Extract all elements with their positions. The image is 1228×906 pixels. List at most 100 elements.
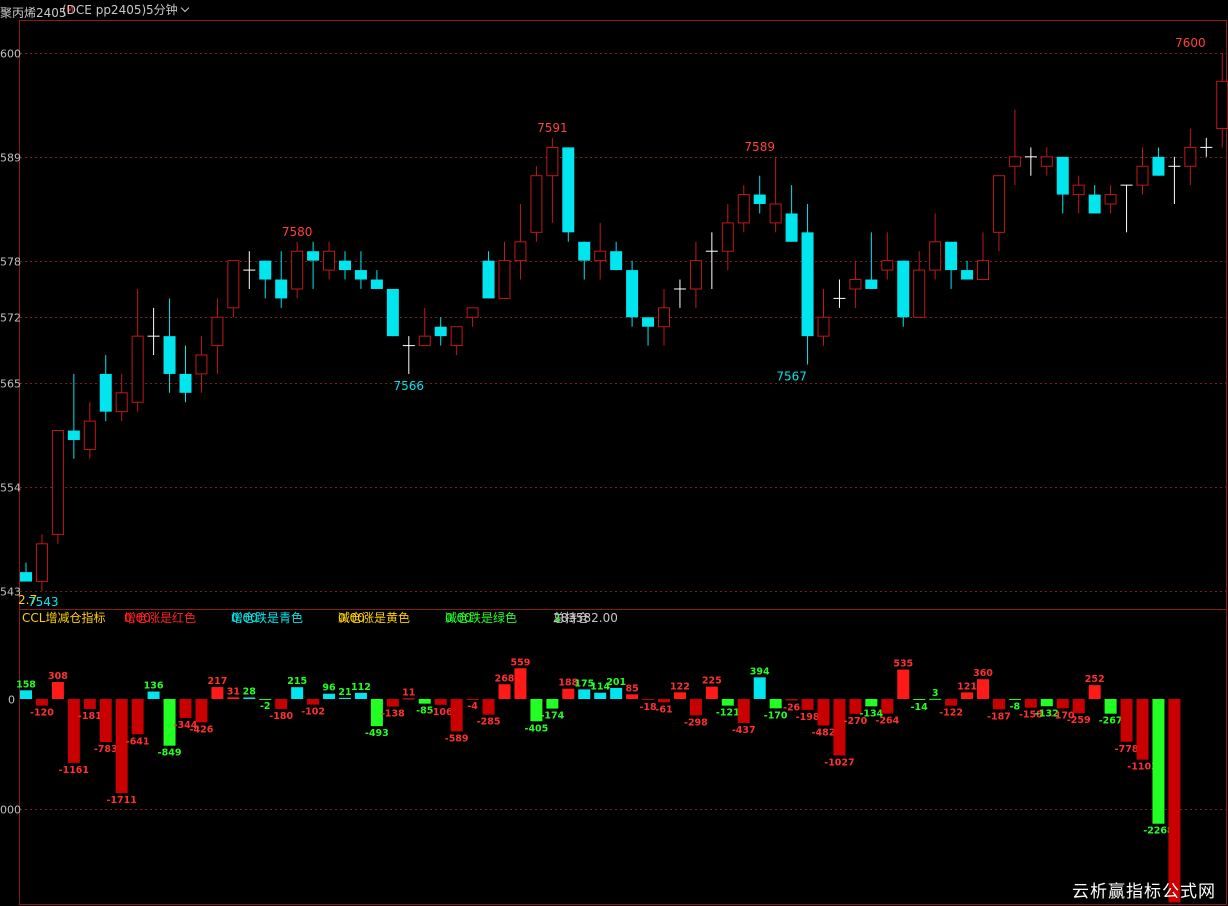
volume-bar-label: -259 xyxy=(1067,715,1091,726)
candle-body xyxy=(418,335,431,347)
volume-bar xyxy=(578,689,591,699)
candle-body xyxy=(961,270,974,280)
volume-bar xyxy=(817,699,830,726)
volume-bar xyxy=(450,699,463,732)
volume-bar-label: 215 xyxy=(287,676,307,687)
volume-bar xyxy=(562,688,575,699)
volume-bar-label: -18 xyxy=(639,702,657,713)
volume-tick-label: 0 xyxy=(8,694,15,707)
candle-body xyxy=(737,194,750,224)
candle-body xyxy=(721,222,734,252)
volume-bar-label: -267 xyxy=(1099,716,1123,727)
volume-bar xyxy=(227,697,240,699)
volume-bar-label: -426 xyxy=(190,724,214,735)
candle-body xyxy=(913,269,926,318)
candle-body xyxy=(578,241,591,261)
volume-bar xyxy=(498,684,511,699)
volume-bar-label: 158 xyxy=(16,679,36,690)
candle-body xyxy=(610,251,623,271)
volume-bar xyxy=(785,699,798,701)
volume-bar xyxy=(929,698,942,700)
candle-body xyxy=(466,307,479,318)
candle-body xyxy=(546,146,559,177)
candle-body xyxy=(195,354,208,375)
candle-body xyxy=(642,317,655,327)
volume-bar xyxy=(977,679,989,699)
price-chart[interactable]: 5435545655725785896007580756675917589756… xyxy=(0,0,1228,906)
volume-bar-label: -120 xyxy=(30,708,54,719)
volume-bar-label: 394 xyxy=(750,666,770,677)
volume-bar-label: 96 xyxy=(322,683,336,694)
volume-bar-label: 225 xyxy=(702,676,722,687)
volume-bar-label: -181 xyxy=(78,711,102,722)
volume-bar xyxy=(67,699,80,763)
candle-body xyxy=(514,241,527,262)
volume-bar xyxy=(1088,685,1101,699)
volume-bar xyxy=(1136,699,1149,760)
volume-bar-label: -14 xyxy=(911,702,929,713)
volume-bar-label: 122 xyxy=(670,681,690,692)
volume-bar xyxy=(514,668,527,699)
candle-body xyxy=(67,430,80,440)
volume-bar xyxy=(20,690,32,699)
price-annotation: 7591 xyxy=(537,121,568,135)
candle-body xyxy=(291,250,304,290)
volume-bar xyxy=(769,699,782,709)
volume-bar xyxy=(1008,699,1021,700)
candle-body xyxy=(769,203,782,224)
y-tick-label: 589 xyxy=(0,152,21,165)
candle-body xyxy=(20,572,32,582)
volume-bar xyxy=(291,687,304,699)
volume-bar xyxy=(1072,699,1085,714)
candle-body xyxy=(785,213,798,242)
volume-bar xyxy=(35,699,48,706)
candle-body xyxy=(211,316,224,347)
volume-bar-label: -298 xyxy=(684,717,708,728)
volume-bar xyxy=(466,699,479,700)
candle-body xyxy=(849,279,862,290)
candle-body xyxy=(259,260,272,280)
volume-bar xyxy=(721,699,734,706)
volume-bar-label: -121 xyxy=(716,708,740,719)
candle-body xyxy=(977,260,989,281)
candle-body xyxy=(689,260,702,290)
volume-bar-label: 217 xyxy=(207,676,227,687)
candle-body xyxy=(1104,194,1117,205)
candle-body xyxy=(35,543,48,583)
candle-body xyxy=(1040,156,1053,167)
volume-bar-label: -482 xyxy=(812,728,836,739)
candle-body xyxy=(498,260,511,299)
y-tick-label: 572 xyxy=(0,312,21,325)
volume-bar-label: -138 xyxy=(381,709,405,720)
candle-body xyxy=(450,326,463,347)
volume-bar-label: -180 xyxy=(269,711,293,722)
candle-body xyxy=(1184,146,1197,167)
candle-body xyxy=(307,251,320,261)
volume-bar xyxy=(913,699,926,700)
price-annotation: 7580 xyxy=(282,225,313,239)
volume-bar xyxy=(1152,699,1165,824)
volume-bar xyxy=(339,697,351,699)
volume-bar xyxy=(992,699,1005,710)
volume-bar xyxy=(610,687,623,699)
volume-bar xyxy=(259,699,272,700)
y-tick-label: 565 xyxy=(0,378,21,391)
price-annotation: 7600 xyxy=(1175,36,1206,50)
price-annotation: 7566 xyxy=(394,379,425,393)
volume-bar xyxy=(179,699,192,718)
volume-bar xyxy=(354,692,367,699)
volume-bar-label: 121 xyxy=(957,681,977,692)
volume-bar xyxy=(881,699,894,714)
volume-bar-label: 360 xyxy=(973,668,993,679)
volume-bar-label: -4 xyxy=(467,701,478,712)
volume-bar-label: 112 xyxy=(351,682,371,693)
volume-bar-label: -778 xyxy=(1115,744,1139,755)
volume-bar xyxy=(323,693,336,699)
corner-label: 7543 xyxy=(28,595,59,609)
volume-bar-label: 308 xyxy=(48,671,68,682)
candle-body xyxy=(945,241,958,271)
volume-bar xyxy=(945,699,958,706)
volume-bar xyxy=(1168,699,1181,903)
volume-bar xyxy=(833,699,846,756)
candle-body xyxy=(658,307,670,328)
